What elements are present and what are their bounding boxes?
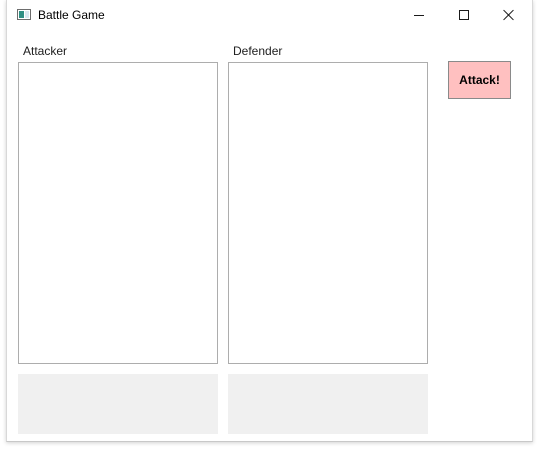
attacker-status-panel [18, 374, 218, 434]
maximize-icon [459, 10, 469, 20]
maximize-button[interactable] [441, 0, 487, 30]
app-window-icon [17, 9, 31, 20]
defender-label: Defender [233, 44, 283, 58]
close-icon [503, 9, 515, 21]
window-title: Battle Game [38, 8, 105, 22]
attack-button[interactable]: Attack! [448, 61, 511, 99]
screen: Battle Game Attacker Defender Attack! [0, 0, 540, 450]
attacker-list[interactable] [18, 62, 218, 364]
defender-status-panel [228, 374, 428, 434]
minimize-button[interactable] [396, 0, 442, 30]
close-button[interactable] [486, 0, 532, 30]
defender-list[interactable] [228, 62, 428, 364]
attacker-label: Attacker [23, 44, 68, 58]
title-bar[interactable]: Battle Game [7, 0, 532, 30]
minimize-icon [414, 15, 424, 16]
